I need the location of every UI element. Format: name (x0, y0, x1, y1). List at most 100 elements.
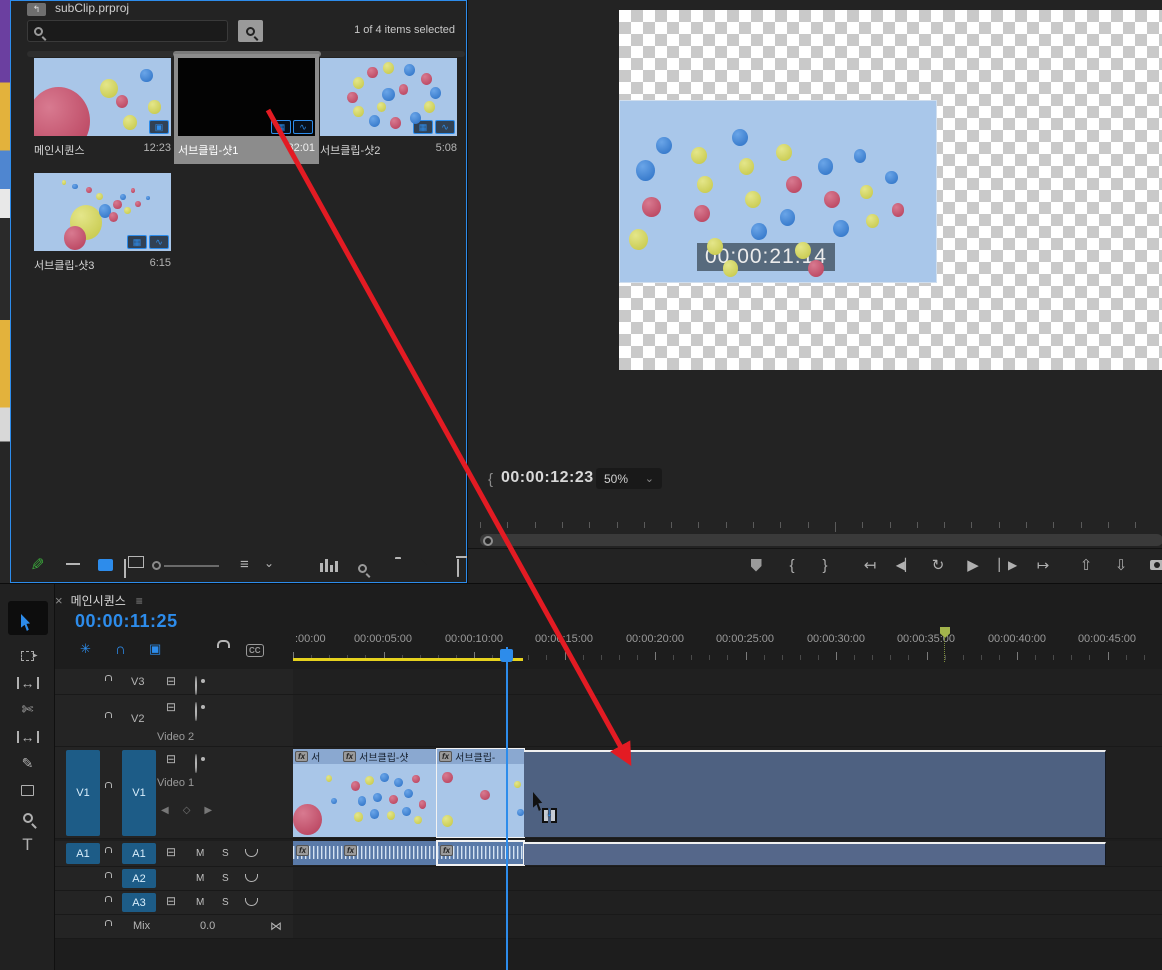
kf-next-icon[interactable]: ▶ (204, 805, 226, 816)
timeline-tab[interactable]: × 메인시퀀스 ≡ (55, 592, 143, 609)
freeform-view-icon[interactable] (124, 559, 126, 578)
rectangle-tool[interactable] (0, 777, 55, 804)
project-item-subclip1-selected[interactable]: ▦ ∿ 서브클립-샷1 32:01 (174, 54, 319, 164)
sync-lock-icon[interactable]: ⊟ (166, 845, 176, 859)
sequence-tab-label[interactable]: 메인시퀀스 (71, 592, 126, 609)
target-track-a2[interactable]: A2 (122, 869, 156, 888)
playhead-line[interactable] (506, 647, 508, 970)
find-icon[interactable] (358, 564, 367, 573)
goto-in-button[interactable]: ↤ (857, 549, 883, 581)
dragged-clip-audio[interactable] (524, 842, 1106, 865)
source-patch-v1[interactable]: V1 (66, 750, 100, 836)
program-timecode[interactable]: 00:00:12:23 (501, 469, 594, 487)
track-mix-lane[interactable] (293, 915, 1162, 939)
mix-level-value[interactable]: 0.0 (200, 920, 215, 932)
eye-icon[interactable] (195, 754, 197, 773)
audio-clip-2[interactable]: fx (341, 841, 437, 865)
time-ruler[interactable]: :00:00 00:00:05:00 00:00:10:00 00:00:15:… (293, 631, 1162, 663)
add-marker-button[interactable] (743, 549, 769, 581)
track-header-a3[interactable]: A3 ⊟ M S (55, 891, 293, 915)
panel-menu-icon[interactable]: ≡ (136, 594, 143, 608)
automate-to-sequence-icon[interactable] (320, 559, 338, 572)
ripple-edit-tool[interactable]: ↔ (0, 669, 55, 696)
extract-button[interactable]: ⇩ (1108, 549, 1134, 581)
audio-clip-3-selected[interactable]: fx (437, 841, 524, 865)
work-area-bar[interactable] (293, 658, 523, 661)
keyframe-nav[interactable]: ◀◇▶ (161, 805, 226, 816)
eye-icon[interactable] (195, 702, 197, 721)
play-button[interactable]: ▶ (960, 549, 986, 581)
zoom-tool[interactable] (0, 804, 55, 831)
solo-button[interactable]: S (222, 873, 229, 884)
track-label-v2[interactable]: V2 (131, 713, 144, 725)
step-forward-button[interactable]: ▏▶ (995, 549, 1021, 581)
mark-in-button[interactable]: { (779, 549, 805, 581)
timeline-timecode[interactable]: 00:00:11:25 (75, 611, 178, 632)
sync-lock-icon[interactable]: ⊟ (166, 894, 176, 908)
dragged-clip-video[interactable] (524, 750, 1106, 837)
monitor-scrubber-track[interactable] (480, 534, 1162, 546)
navigate-up-icon[interactable]: ↰ (27, 3, 46, 16)
goto-out-button[interactable]: ↦ (1030, 549, 1056, 581)
close-tab-icon[interactable]: × (55, 593, 63, 608)
lift-button[interactable]: ⇧ (1073, 549, 1099, 581)
zoom-slider-track[interactable] (164, 565, 219, 567)
clip-v1-2[interactable]: fx서브클립-샷 (341, 749, 437, 837)
find-button[interactable] (238, 20, 263, 42)
track-select-tool[interactable] (0, 642, 55, 669)
track-header-a2[interactable]: A2 M S (55, 867, 293, 891)
project-item-subclip3[interactable]: ▦ ∿ 서브클립-샷3 6:15 (31, 171, 174, 277)
track-a3-lane[interactable] (293, 891, 1162, 915)
play-around-button[interactable]: ↻ (925, 549, 951, 581)
mute-button[interactable]: M (196, 873, 204, 884)
keyframe-toggle-icon[interactable]: ⋈ (270, 919, 282, 933)
sync-lock-icon[interactable]: ⊟ (166, 700, 176, 714)
solo-button[interactable]: S (222, 897, 229, 908)
type-tool[interactable]: T (0, 831, 55, 858)
source-patch-a1[interactable]: A1 (66, 843, 100, 864)
clip-v1-1[interactable]: fx서 (293, 749, 341, 837)
search-input[interactable] (52, 22, 222, 40)
monitor-playhead-knob[interactable] (483, 536, 493, 546)
linked-selection-icon[interactable]: ▣ (149, 641, 161, 657)
mute-button[interactable]: M (196, 897, 204, 908)
track-v3-lane[interactable] (293, 669, 1162, 695)
track-v2-lane[interactable] (293, 695, 1162, 747)
mark-out-button[interactable]: } (812, 549, 838, 581)
step-back-button[interactable]: ◀▏ (892, 549, 918, 581)
zoom-slider-handle[interactable] (152, 561, 161, 570)
snap-magnet-icon[interactable]: ∩ (115, 641, 126, 658)
kf-add-icon[interactable]: ◇ (183, 805, 205, 816)
nest-insert-icon[interactable]: ✳ (80, 641, 91, 657)
slip-tool[interactable]: ↔ (0, 723, 55, 750)
zoom-level-dropdown[interactable]: 50% ⌄ (596, 468, 662, 489)
monitor-time-ruler[interactable] (480, 522, 1162, 532)
selection-tool[interactable] (0, 609, 55, 636)
export-frame-button[interactable] (1144, 549, 1162, 581)
eye-icon[interactable] (195, 676, 197, 695)
mute-button[interactable]: M (196, 848, 204, 859)
pen-tool[interactable]: ✎ (0, 750, 55, 777)
clip-v1-3-selected[interactable]: fx서브클립- (437, 749, 524, 837)
solo-button[interactable]: S (222, 848, 229, 859)
track-header-v3[interactable]: V3 ⊟ (55, 669, 293, 695)
track-header-v2[interactable]: V2 ⊟ Video 2 (55, 695, 293, 747)
target-track-a3[interactable]: A3 (122, 893, 156, 912)
captions-cc-icon[interactable]: CC (246, 644, 264, 657)
sync-lock-icon[interactable]: ⊟ (166, 752, 176, 766)
target-track-v1[interactable]: V1 (122, 750, 156, 836)
project-item-subclip2[interactable]: ▦ ∿ 서브클립-샷2 5:08 (317, 56, 460, 162)
trash-icon[interactable] (457, 559, 459, 577)
sort-chevron-icon[interactable]: ⌄ (264, 556, 274, 570)
icon-view-icon[interactable] (98, 559, 113, 571)
kf-prev-icon[interactable]: ◀ (161, 805, 183, 816)
track-header-a1[interactable]: A1 A1 ⊟ M S (55, 841, 293, 867)
track-a2-lane[interactable] (293, 867, 1162, 891)
sync-lock-icon[interactable]: ⊟ (166, 674, 176, 688)
project-item-mainsequence[interactable]: ▣ 메인시퀀스 12:23 (31, 56, 174, 162)
target-track-a1[interactable]: A1 (122, 843, 156, 864)
track-label-v3[interactable]: V3 (131, 676, 144, 688)
sort-icon[interactable]: ≡ (240, 556, 249, 573)
razor-tool[interactable]: ✄ (0, 696, 55, 723)
search-box[interactable] (27, 20, 228, 42)
